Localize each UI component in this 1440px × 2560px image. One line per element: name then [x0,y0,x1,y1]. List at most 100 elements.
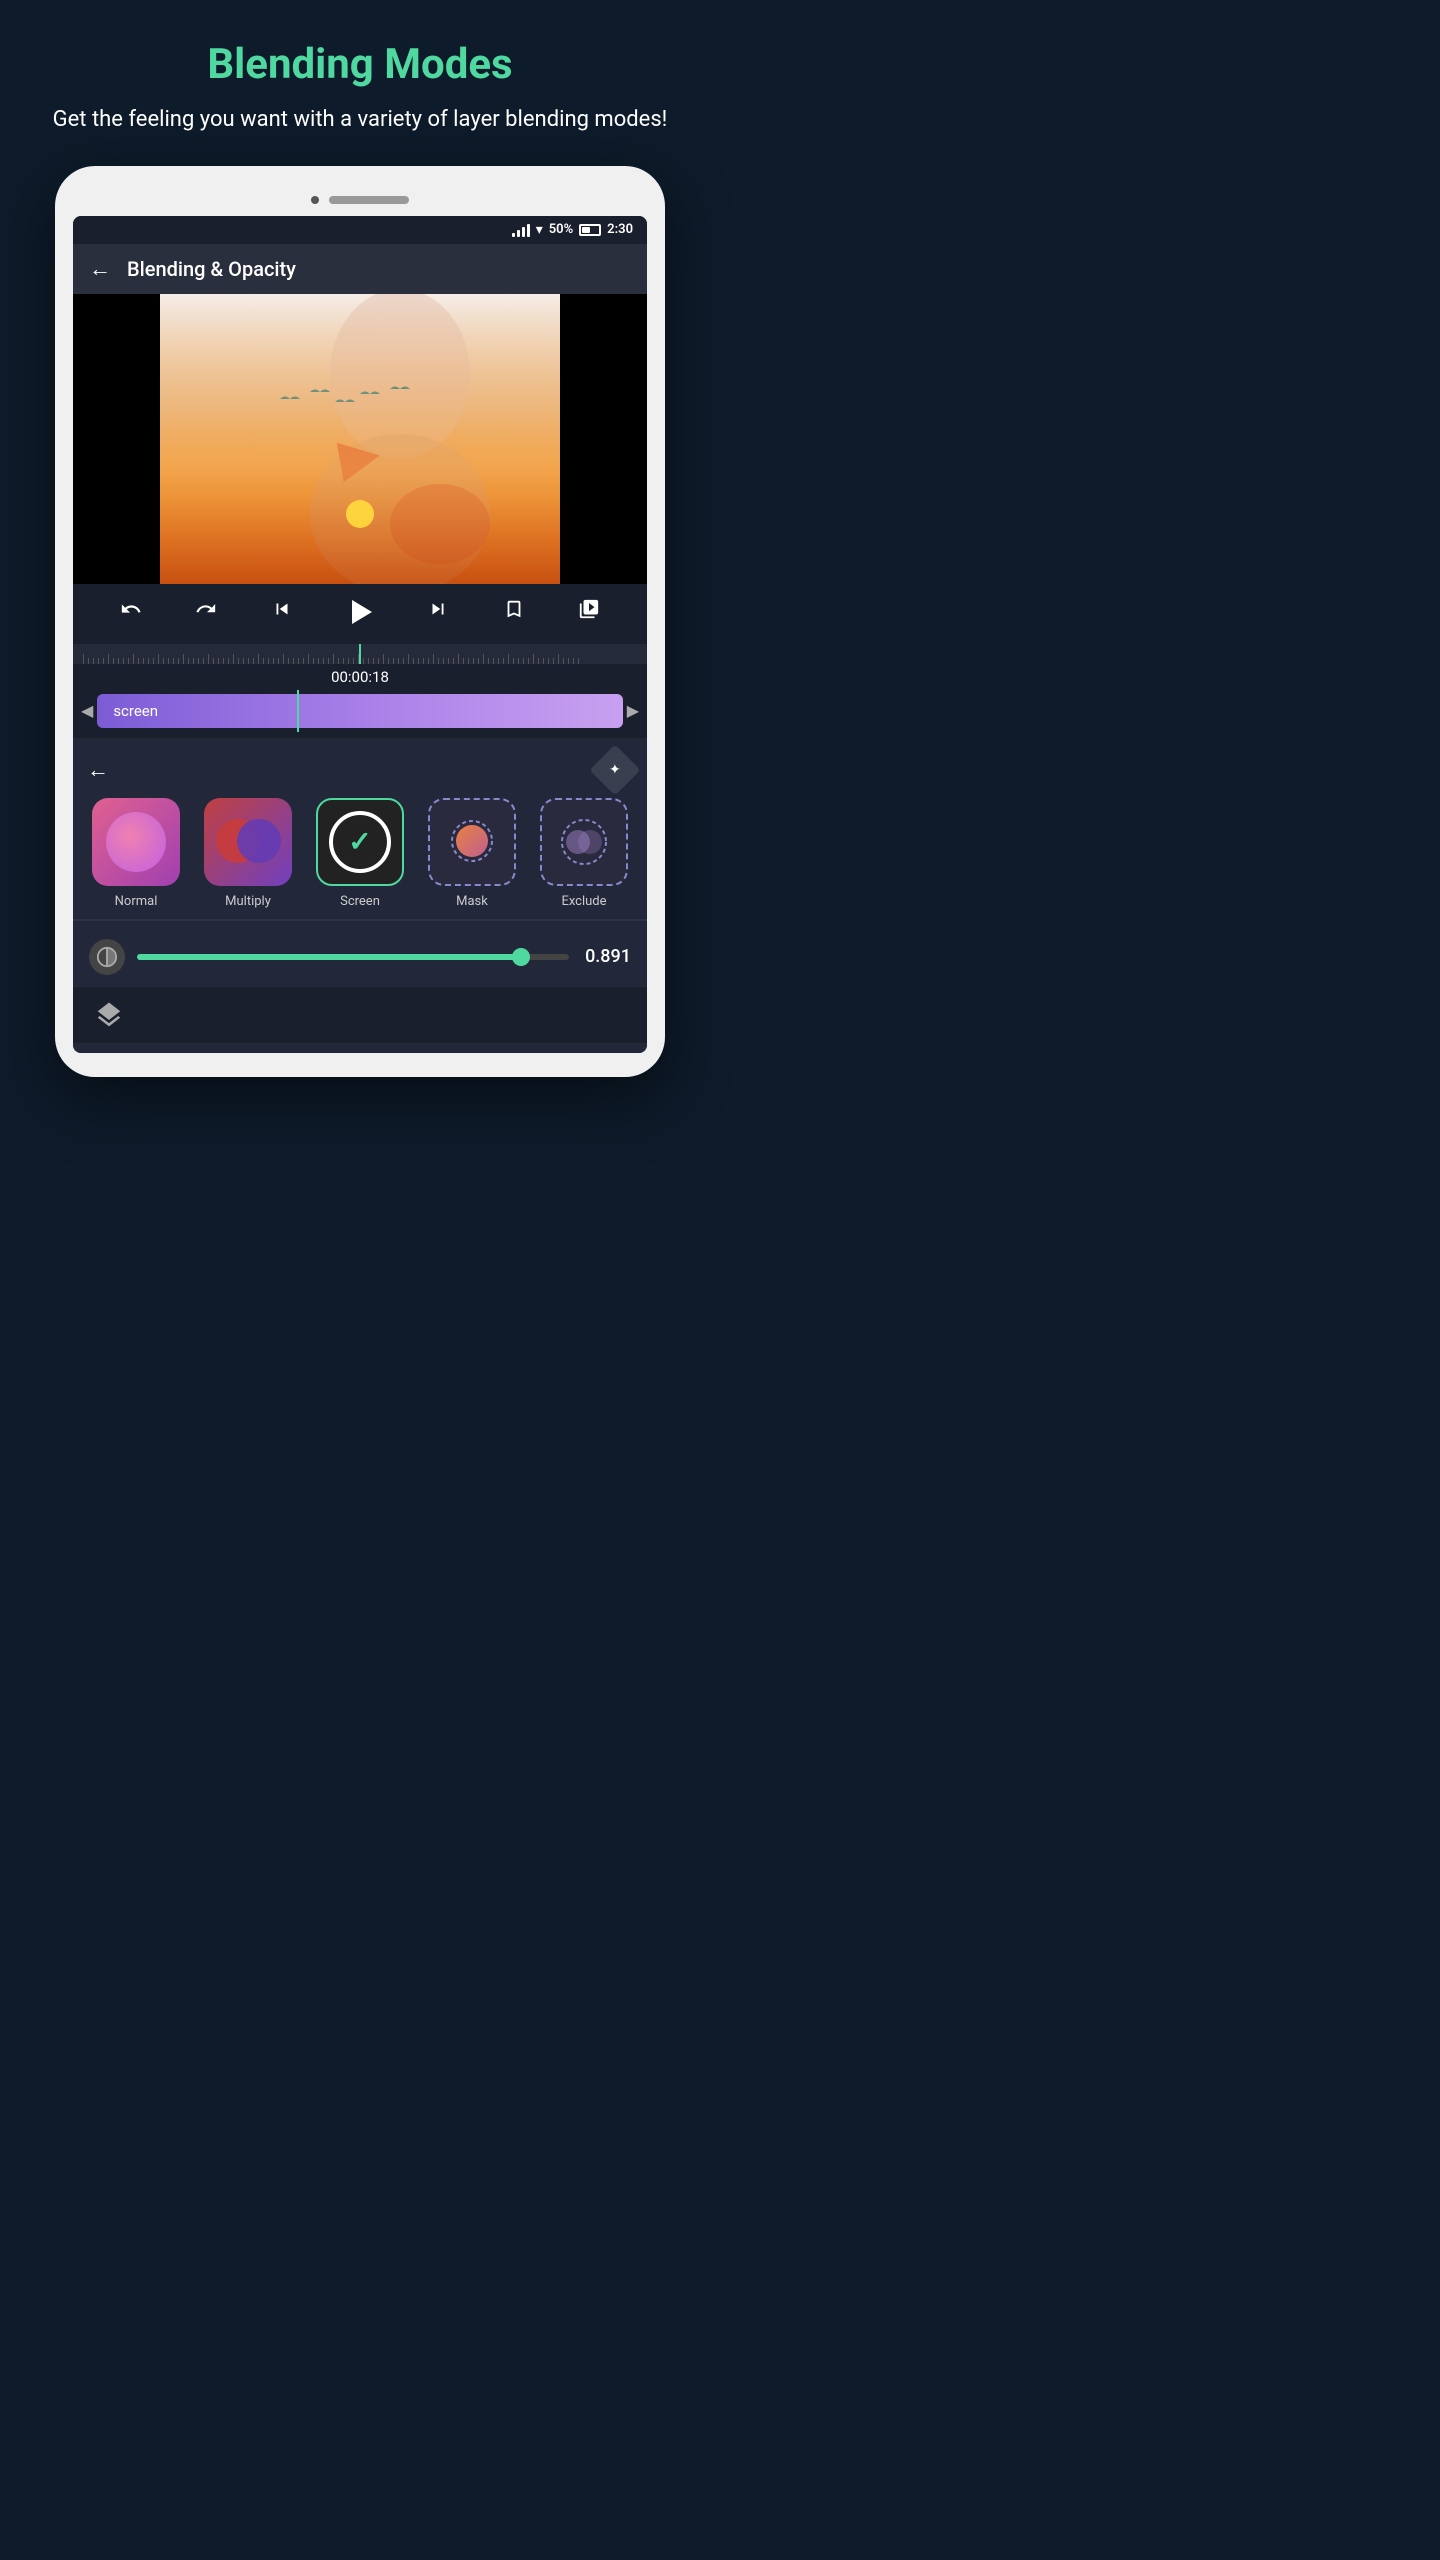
track-row: ◀ screen ▶ [73,690,647,732]
blend-back-button[interactable]: ← [87,757,109,783]
ruler-mark [378,658,379,664]
app-header: ← Blending & Opacity [73,244,647,294]
ruler-mark [318,658,319,664]
ruler-mark [98,658,99,664]
playhead-line [359,644,361,664]
ruler-mark [288,658,289,664]
ruler-mark [448,658,449,664]
ruler-mark [388,658,389,664]
ruler-mark [278,658,279,664]
blend-mode-screen[interactable]: ✓ Screen [316,798,404,909]
ruler-mark [458,654,459,664]
ruler-mark [453,658,454,664]
opacity-slider[interactable] [137,954,569,960]
ruler-mark [418,658,419,664]
signal-icon [512,223,530,237]
play-button[interactable] [342,594,378,630]
track-next-button[interactable]: ▶ [627,701,639,720]
page-subtitle: Get the feeling you want with a variety … [40,105,680,136]
wifi-icon: ▾ [536,222,543,238]
ruler-mark [483,654,484,664]
battery-icon [579,224,601,236]
ruler-mark [253,658,254,664]
track-prev-button[interactable]: ◀ [81,701,93,720]
app-back-button[interactable]: ← [89,256,111,282]
ruler-mark [408,654,409,664]
clock: 2:30 [607,222,633,237]
ruler-mark [503,658,504,664]
ruler-mark [498,658,499,664]
blend-mode-multiply[interactable]: Multiply [204,798,292,909]
ruler-mark [323,658,324,664]
ruler-mark [238,658,239,664]
multiply-circle-2 [237,819,281,863]
ruler-mark [248,658,249,664]
skip-end-button[interactable] [423,594,453,629]
ruler-mark [508,654,509,664]
timeline-section: // Will render via JS below 00:00:18 ◀ s… [73,640,647,738]
blend-label-screen: Screen [340,894,380,909]
ruler-mark [123,658,124,664]
phone-screen: ▾ 50% 2:30 ← Blending & Opacity [73,216,647,1053]
battery-percent: 50% [549,222,573,237]
blend-icon-exclude [540,798,628,886]
ruler-mark [328,658,329,664]
ruler-mark [488,658,489,664]
layers-icon [94,1000,124,1030]
undo-button[interactable] [116,594,146,629]
redo-button[interactable] [191,594,221,629]
ruler-mark [258,654,259,664]
timeline-ruler[interactable]: // Will render via JS below [73,644,647,664]
ruler-mark [128,658,129,664]
track-label: screen [113,702,158,720]
blend-mode-mask[interactable]: Mask [428,798,516,909]
ruler-mark [568,658,569,664]
ruler-mark [528,658,529,664]
ruler-mark [83,654,84,664]
skip-start-button[interactable] [267,594,297,629]
bookmark-button[interactable] [499,594,529,629]
ruler-mark [383,654,384,664]
normal-circle [106,812,166,872]
ruler-mark [353,658,354,664]
layers-button[interactable] [89,995,129,1035]
ruler-mark [543,658,544,664]
ruler-mark [373,658,374,664]
ruler-mark [178,658,179,664]
screen-check-icon: ✓ [348,825,371,858]
ruler-mark [338,658,339,664]
ruler-mark [168,658,169,664]
opacity-slider-fill [137,954,521,960]
blend-label-mask: Mask [456,894,488,909]
blend-mode-normal[interactable]: Normal [92,798,180,909]
ruler-mark [138,658,139,664]
blend-label-normal: Normal [115,894,158,909]
page-title: Blending Modes [40,40,680,89]
opacity-slider-thumb [512,948,530,966]
diamond-button[interactable]: ✦ [590,744,641,795]
phone-speaker [329,196,409,204]
ruler-mark [268,658,269,664]
opacity-icon[interactable] [89,939,125,975]
track-clip[interactable]: screen [97,694,622,728]
ruler-mark [298,658,299,664]
ruler-mark [513,658,514,664]
ruler-mark [93,658,94,664]
video-canvas [160,294,560,584]
ruler-mark [313,658,314,664]
opacity-section: 0.891 [73,931,647,987]
ruler-mark [533,654,534,664]
ruler-mark [113,658,114,664]
blend-mode-exclude[interactable]: Exclude [540,798,628,909]
exclude-svg [555,813,613,871]
export-button[interactable] [574,594,604,629]
bottom-toolbar [73,987,647,1043]
phone-mockup: ▾ 50% 2:30 ← Blending & Opacity [55,166,665,1077]
ruler-mark [363,658,364,664]
multiply-circles [216,814,281,869]
silhouette-svg [160,294,560,584]
ruler-mark [228,658,229,664]
ruler-mark [493,658,494,664]
ruler-mark [243,658,244,664]
app-title: Blending & Opacity [127,257,296,281]
